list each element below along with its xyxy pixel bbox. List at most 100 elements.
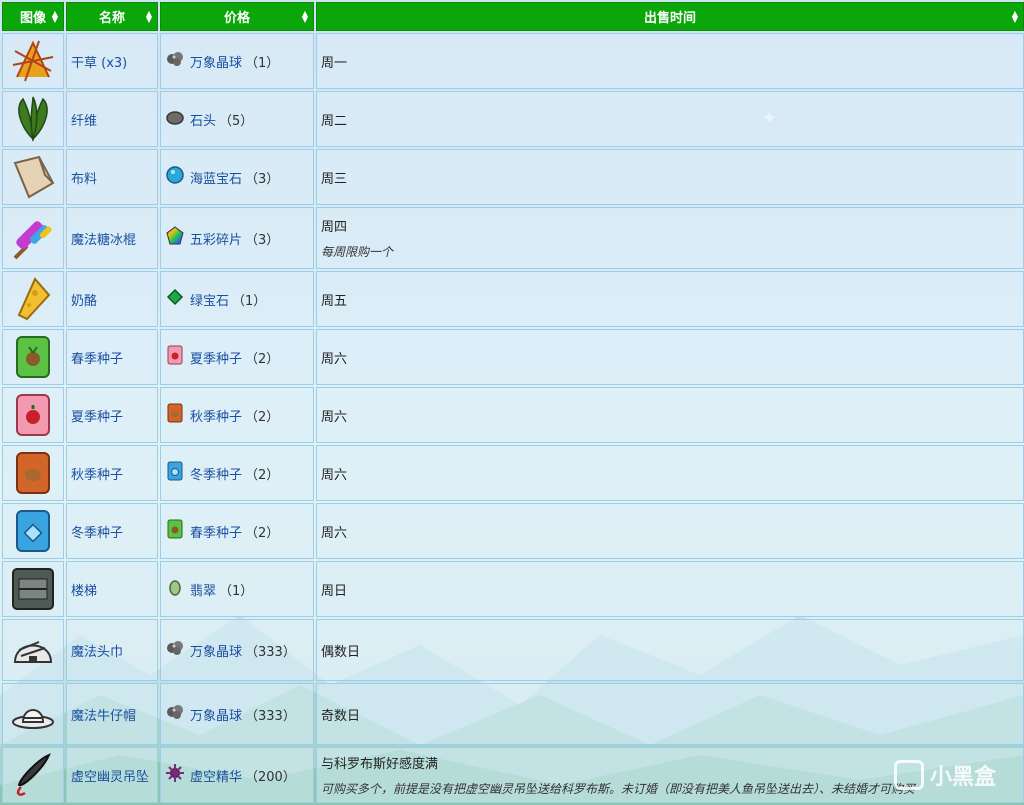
item-name-cell: 魔法头巾 [66, 619, 158, 681]
item-name-cell: 楼梯 [66, 561, 158, 617]
prismatic-ore-icon[interactable] [165, 702, 185, 726]
item-image-cell [2, 387, 64, 443]
price-item-link[interactable]: 冬季种子 [190, 464, 242, 483]
item-name-cell: 魔法糖冰棍 [66, 207, 158, 269]
item-price-cell: 五彩碎片 （3） [160, 207, 314, 269]
column-header-name[interactable]: 名称 ▲ ▼ [66, 2, 158, 31]
cloth-icon[interactable] [5, 153, 61, 201]
price-quantity: （2） [245, 409, 280, 425]
item-name-link[interactable]: 魔法头巾 [71, 645, 123, 660]
shop-table: 图像 ▲ ▼ 名称 ▲ ▼ 价格 ▲ ▼ 出售时间 ▲ ▼ 干草 (x3) 万象晶球 （1） 周… [0, 0, 1024, 805]
stone-icon[interactable] [165, 107, 185, 131]
rock-candy-icon[interactable] [5, 214, 61, 262]
price-item-link[interactable]: 海蓝宝石 [190, 168, 242, 187]
sale-time-cell: 周五 [316, 271, 1024, 327]
item-price-cell: 石头 （5） [160, 91, 314, 147]
price-item-link[interactable]: 万象晶球 [190, 52, 242, 71]
table-row: 秋季种子 冬季种子 （2） 周六 [2, 445, 1024, 501]
spring-seeds-icon[interactable] [165, 519, 185, 543]
prismatic-ore-icon[interactable] [165, 638, 185, 662]
fall-seeds-icon[interactable] [165, 403, 185, 427]
void-ghost-pendant-icon[interactable] [5, 751, 61, 799]
sale-time: 周五 [321, 293, 348, 309]
winter-seeds-icon[interactable] [165, 461, 185, 485]
item-name-link[interactable]: 魔法牛仔帽 [71, 709, 136, 724]
watermark-logo-icon [893, 760, 924, 790]
emerald-icon[interactable] [165, 287, 185, 311]
price-quantity: （1） [219, 583, 254, 599]
sale-time-cell: 周六 [316, 329, 1024, 385]
item-name-link[interactable]: 夏季种子 [71, 410, 123, 425]
item-name-link[interactable]: 春季种子 [71, 352, 123, 367]
sale-time: 周三 [321, 171, 348, 187]
price-item-link[interactable]: 夏季种子 [190, 348, 242, 367]
item-name-link[interactable]: 干草 (x3) [71, 56, 127, 71]
column-header-image[interactable]: 图像 ▲ ▼ [2, 2, 64, 31]
item-name-cell: 虚空幽灵吊坠 [66, 747, 158, 803]
item-name-link[interactable]: 秋季种子 [71, 468, 123, 483]
sort-icon[interactable]: ▲ ▼ [302, 10, 308, 24]
hay-icon[interactable] [5, 37, 61, 85]
price-item-link[interactable]: 万象晶球 [190, 641, 242, 660]
table-row: 纤维 石头 （5） 周二 [2, 91, 1024, 147]
price-quantity: （333） [245, 708, 296, 724]
sort-icon[interactable]: ▲ ▼ [1012, 10, 1018, 24]
price-item-link[interactable]: 虚空精华 [190, 766, 242, 785]
sale-time-cell: 周三 [316, 149, 1024, 205]
sale-time-cell: 周一 [316, 33, 1024, 89]
table-row: 布料 海蓝宝石 （3） 周三 [2, 149, 1024, 205]
item-image-cell [2, 91, 64, 147]
column-header-price[interactable]: 价格 ▲ ▼ [160, 2, 314, 31]
price-item-link[interactable]: 翡翠 [190, 580, 216, 599]
fall-seeds-icon[interactable] [5, 449, 61, 497]
price-item-link[interactable]: 石头 [190, 110, 216, 129]
price-item-link[interactable]: 春季种子 [190, 522, 242, 541]
fiber-icon[interactable] [5, 95, 61, 143]
void-essence-icon[interactable] [165, 763, 185, 787]
item-price-cell: 秋季种子 （2） [160, 387, 314, 443]
price-quantity: （1） [245, 55, 280, 71]
jade-icon[interactable] [165, 577, 185, 601]
staircase-icon[interactable] [5, 565, 61, 613]
spring-seeds-icon[interactable] [5, 333, 61, 381]
item-name-link[interactable]: 奶酪 [71, 294, 97, 309]
table-row: 楼梯 翡翠 （1） 周日 [2, 561, 1024, 617]
magic-cowboy-hat-icon[interactable] [5, 690, 61, 738]
item-price-cell: 海蓝宝石 （3） [160, 149, 314, 205]
price-item-link[interactable]: 五彩碎片 [190, 229, 242, 248]
summer-seeds-icon[interactable] [165, 345, 185, 369]
item-name-link[interactable]: 虚空幽灵吊坠 [71, 770, 149, 785]
sort-icon[interactable]: ▲ ▼ [52, 10, 58, 24]
price-quantity: （333） [245, 644, 296, 660]
winter-seeds-icon[interactable] [5, 507, 61, 555]
sale-time-cell: 偶数日 [316, 619, 1024, 681]
aquamarine-icon[interactable] [165, 165, 185, 189]
sale-time: 周六 [321, 351, 348, 367]
price-item-link[interactable]: 万象晶球 [190, 705, 242, 724]
item-name-cell: 春季种子 [66, 329, 158, 385]
item-name-link[interactable]: 冬季种子 [71, 526, 123, 541]
price-quantity: （1） [232, 293, 267, 309]
item-image-cell [2, 33, 64, 89]
item-image-cell [2, 619, 64, 681]
item-image-cell [2, 445, 64, 501]
cheese-icon[interactable] [5, 275, 61, 323]
sort-icon[interactable]: ▲ ▼ [146, 10, 152, 24]
prismatic-ore-icon[interactable] [165, 49, 185, 73]
table-row: 魔法牛仔帽 万象晶球 （333） 奇数日 [2, 683, 1024, 745]
sale-time: 周六 [321, 409, 348, 425]
prismatic-shard-icon[interactable] [165, 226, 185, 250]
item-name-link[interactable]: 魔法糖冰棍 [71, 233, 136, 248]
item-name-link[interactable]: 纤维 [71, 114, 97, 129]
price-item-link[interactable]: 绿宝石 [190, 290, 229, 309]
sale-time: 奇数日 [321, 708, 361, 724]
magic-turban-icon[interactable] [5, 626, 61, 674]
item-name-link[interactable]: 楼梯 [71, 584, 97, 599]
table-row: 干草 (x3) 万象晶球 （1） 周一 [2, 33, 1024, 89]
item-name-link[interactable]: 布料 [71, 172, 97, 187]
column-header-time[interactable]: 出售时间 ▲ ▼ [316, 2, 1024, 31]
price-item-link[interactable]: 秋季种子 [190, 406, 242, 425]
price-quantity: （200） [245, 769, 296, 785]
item-name-cell: 布料 [66, 149, 158, 205]
summer-seeds-icon[interactable] [5, 391, 61, 439]
